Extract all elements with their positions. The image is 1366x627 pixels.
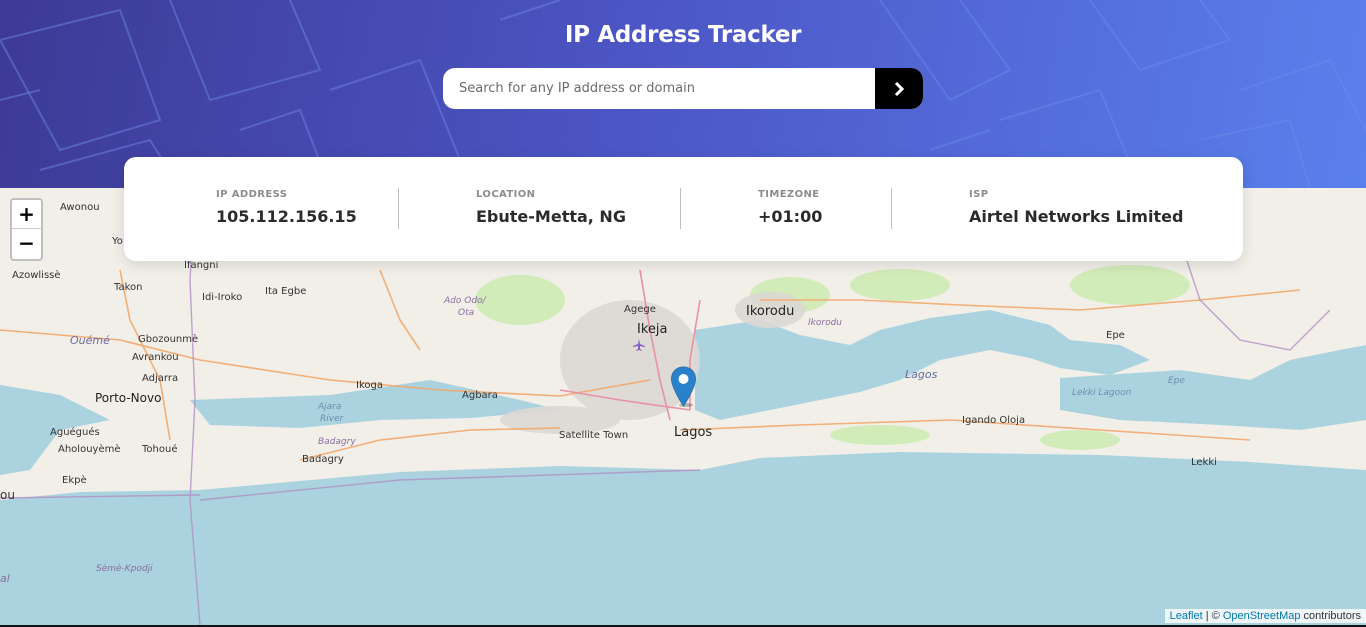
place-label: Avrankou — [132, 352, 179, 363]
place-label-water: Ado Odo/ — [444, 296, 486, 306]
place-label-water: Lekki Lagoon — [1072, 388, 1132, 398]
place-label-water: Ikorodu — [808, 318, 842, 328]
ip-address-label: IP ADDRESS — [216, 189, 288, 200]
place-label: Igando Oloja — [962, 415, 1026, 426]
timezone-label: TIMEZONE — [758, 189, 820, 200]
place-label: Ekpè — [62, 475, 87, 486]
place-label-water: Ouémé — [70, 334, 110, 347]
place-label: Agege — [624, 304, 656, 315]
place-label-water: River — [320, 414, 344, 424]
place-label: Awonou — [60, 202, 100, 213]
place-label-water: Ota — [458, 308, 475, 318]
place-label-water: Ajara — [318, 402, 342, 412]
search-input[interactable] — [443, 68, 875, 109]
chevron-right-icon — [894, 81, 905, 96]
place-label: Agbara — [462, 390, 498, 401]
zoom-in-button[interactable]: + — [12, 200, 41, 229]
ip-address-value: 105.112.156.15 — [216, 207, 357, 226]
place-label: Tohoué — [142, 444, 178, 455]
place-label: Idi-Iroko — [202, 292, 243, 303]
place-label: Gbozounmè — [138, 334, 199, 345]
search-bar — [443, 68, 923, 109]
place-label: Aguégués — [50, 427, 100, 438]
zoom-control: + − — [10, 198, 43, 261]
location-label: LOCATION — [476, 189, 536, 200]
place-label: Badagry — [302, 454, 344, 465]
place-label: Ikoga — [356, 380, 383, 391]
place-label: Takon — [114, 282, 143, 293]
place-label: Ikorodu — [746, 304, 795, 319]
place-label: Azowlissè — [12, 270, 61, 281]
place-label-water: Badagry — [318, 437, 356, 447]
place-label-water: Epe — [1168, 376, 1185, 386]
place-label-water: Lagos — [905, 368, 938, 381]
place-label: Adjarra — [142, 373, 179, 384]
place-label: Aholouyèmè — [58, 444, 121, 455]
place-label: Satellite Town — [559, 430, 629, 441]
search-submit-button[interactable] — [875, 68, 923, 109]
ip-info-card: IP ADDRESS 105.112.156.15 LOCATION Ebute… — [124, 157, 1243, 261]
divider — [398, 188, 399, 229]
location-value: Ebute-Metta, NG — [476, 207, 626, 226]
place-label-water: Sèmè-Kpodji — [96, 564, 153, 574]
isp-value: Airtel Networks Limited — [969, 207, 1184, 226]
openstreetmap-link[interactable]: OpenStreetMap — [1223, 610, 1301, 622]
map-attribution: Leaflet | © OpenStreetMap contributors — [1164, 609, 1366, 623]
place-label: Yo — [112, 236, 123, 247]
page-title: IP Address Tracker — [564, 22, 802, 48]
place-label: Lagos — [674, 425, 713, 440]
divider — [680, 188, 681, 229]
timezone-value: +01:00 — [758, 207, 823, 226]
place-label: Lekki — [1191, 457, 1217, 468]
place-label: Epe — [1106, 330, 1125, 341]
place-label: ou — [0, 488, 15, 502]
isp-label: ISP — [969, 189, 989, 200]
leaflet-link[interactable]: Leaflet — [1170, 610, 1203, 622]
place-label: Ifangni — [184, 260, 219, 271]
isp-section: ISP Airtel Networks Limited — [969, 189, 1183, 226]
timezone-section: TIMEZONE +01:00 — [758, 189, 822, 226]
place-label: Ita Egbe — [265, 286, 307, 297]
place-label: Ikeja — [637, 322, 668, 337]
location-marker-icon[interactable] — [670, 366, 697, 407]
place-label: Porto-Novo — [95, 391, 162, 405]
divider — [891, 188, 892, 229]
ip-address-section: IP ADDRESS 105.112.156.15 — [216, 189, 357, 226]
place-label-water: al — [0, 572, 10, 585]
airport-icon — [633, 339, 645, 351]
zoom-out-button[interactable]: − — [12, 229, 41, 258]
location-section: LOCATION Ebute-Metta, NG — [476, 189, 626, 226]
